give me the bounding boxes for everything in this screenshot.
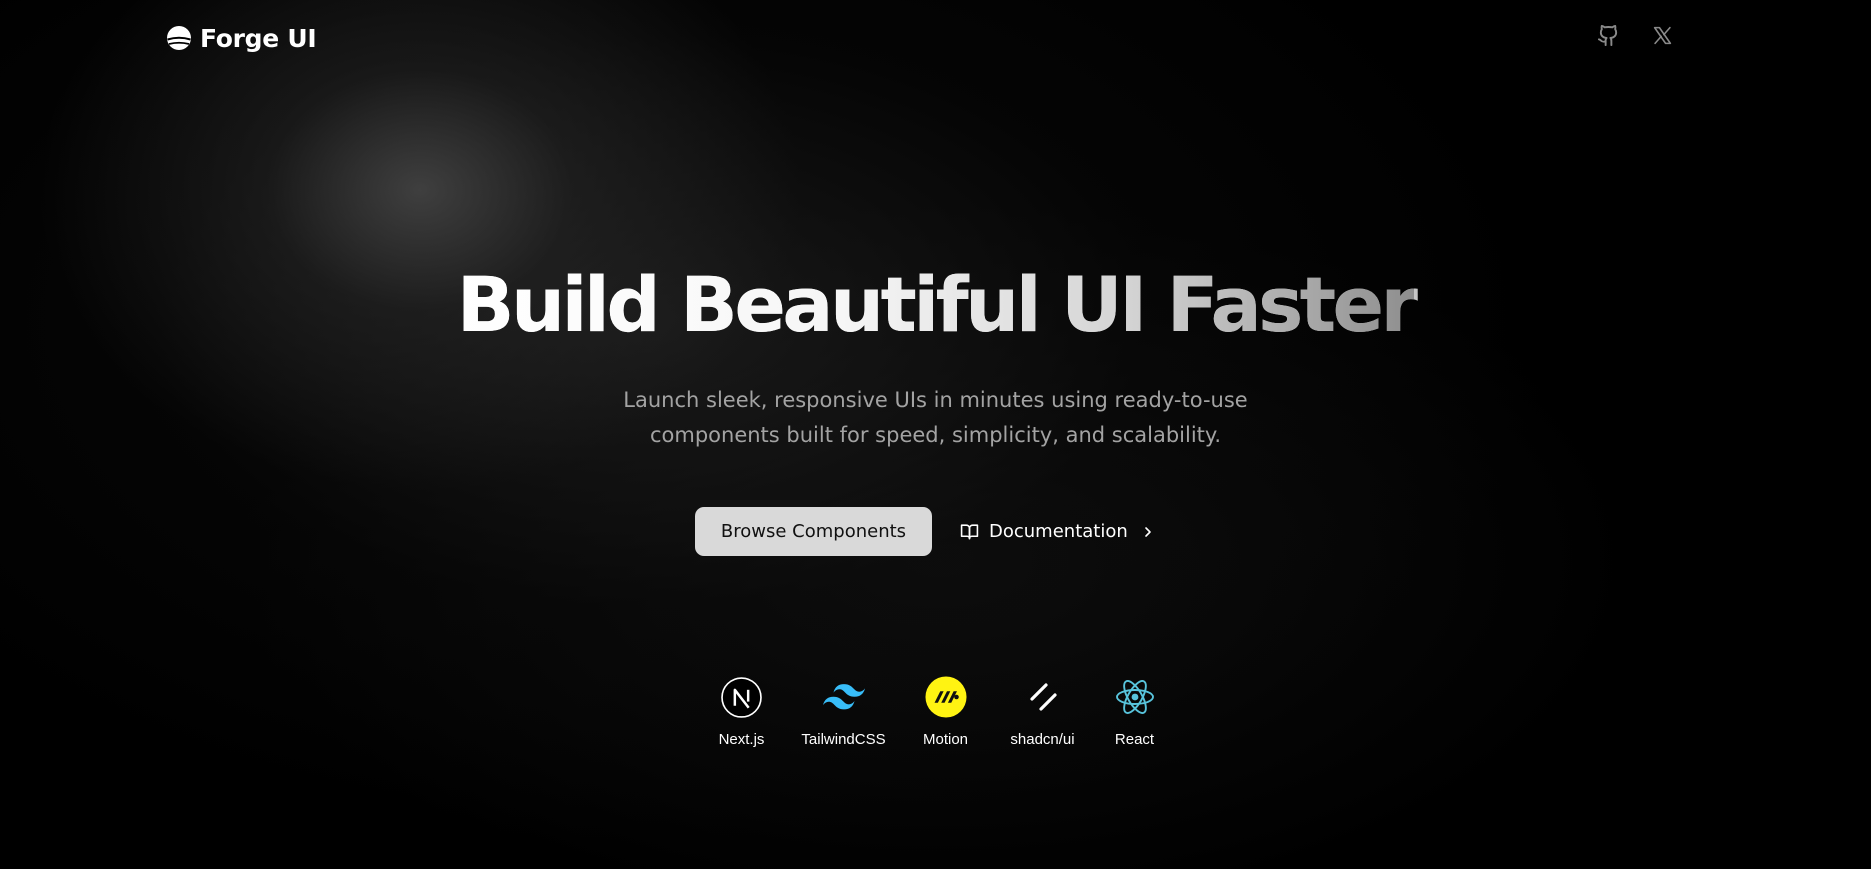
tech-item-nextjs: Next.js bbox=[691, 676, 793, 748]
forge-globe-icon bbox=[167, 26, 191, 50]
book-open-icon bbox=[960, 524, 979, 540]
tech-item-react: React bbox=[1089, 676, 1181, 748]
motion-icon bbox=[924, 676, 967, 718]
cta-group: Browse Components Documentation bbox=[695, 507, 1156, 556]
hero-title: Build Beautiful UI Faster bbox=[0, 255, 1871, 355]
brand-logo[interactable]: Forge UI bbox=[166, 20, 317, 56]
brand-name: Forge UI bbox=[200, 23, 317, 53]
shadcn-icon bbox=[1022, 676, 1064, 718]
browse-components-button[interactable]: Browse Components bbox=[695, 507, 932, 556]
nextjs-icon bbox=[721, 676, 763, 718]
tech-stack: Next.js TailwindCSS Motion shadcn/ui Rea… bbox=[0, 676, 1871, 748]
tech-label: shadcn/ui bbox=[1010, 731, 1075, 748]
tech-label: TailwindCSS bbox=[801, 731, 886, 748]
header-social-links bbox=[1595, 22, 1675, 48]
tech-item-shadcn: shadcn/ui bbox=[997, 676, 1089, 748]
chevron-right-icon bbox=[1144, 526, 1151, 537]
react-icon bbox=[1114, 676, 1156, 718]
github-icon[interactable] bbox=[1595, 22, 1621, 48]
tech-item-tailwindcss: TailwindCSS bbox=[793, 676, 895, 748]
tech-label: Motion bbox=[922, 731, 969, 748]
tech-label: Next.js bbox=[718, 731, 765, 748]
documentation-label: Documentation bbox=[989, 521, 1128, 542]
documentation-button[interactable]: Documentation bbox=[960, 507, 1156, 556]
tailwindcss-icon bbox=[822, 676, 865, 718]
hero-subtitle-line-2: components built for speed, simplicity, … bbox=[649, 423, 1222, 447]
tech-item-motion: Motion bbox=[895, 676, 997, 748]
hero-subtitle: Launch sleek, responsive UIs in minutes … bbox=[0, 383, 1871, 453]
hero-title-text: Build Beautiful UI Faster bbox=[457, 255, 1418, 355]
tech-label: React bbox=[1114, 731, 1155, 748]
hero-subtitle-line-1: Launch sleek, responsive UIs in minutes … bbox=[623, 388, 1248, 412]
x-icon[interactable] bbox=[1649, 22, 1675, 48]
